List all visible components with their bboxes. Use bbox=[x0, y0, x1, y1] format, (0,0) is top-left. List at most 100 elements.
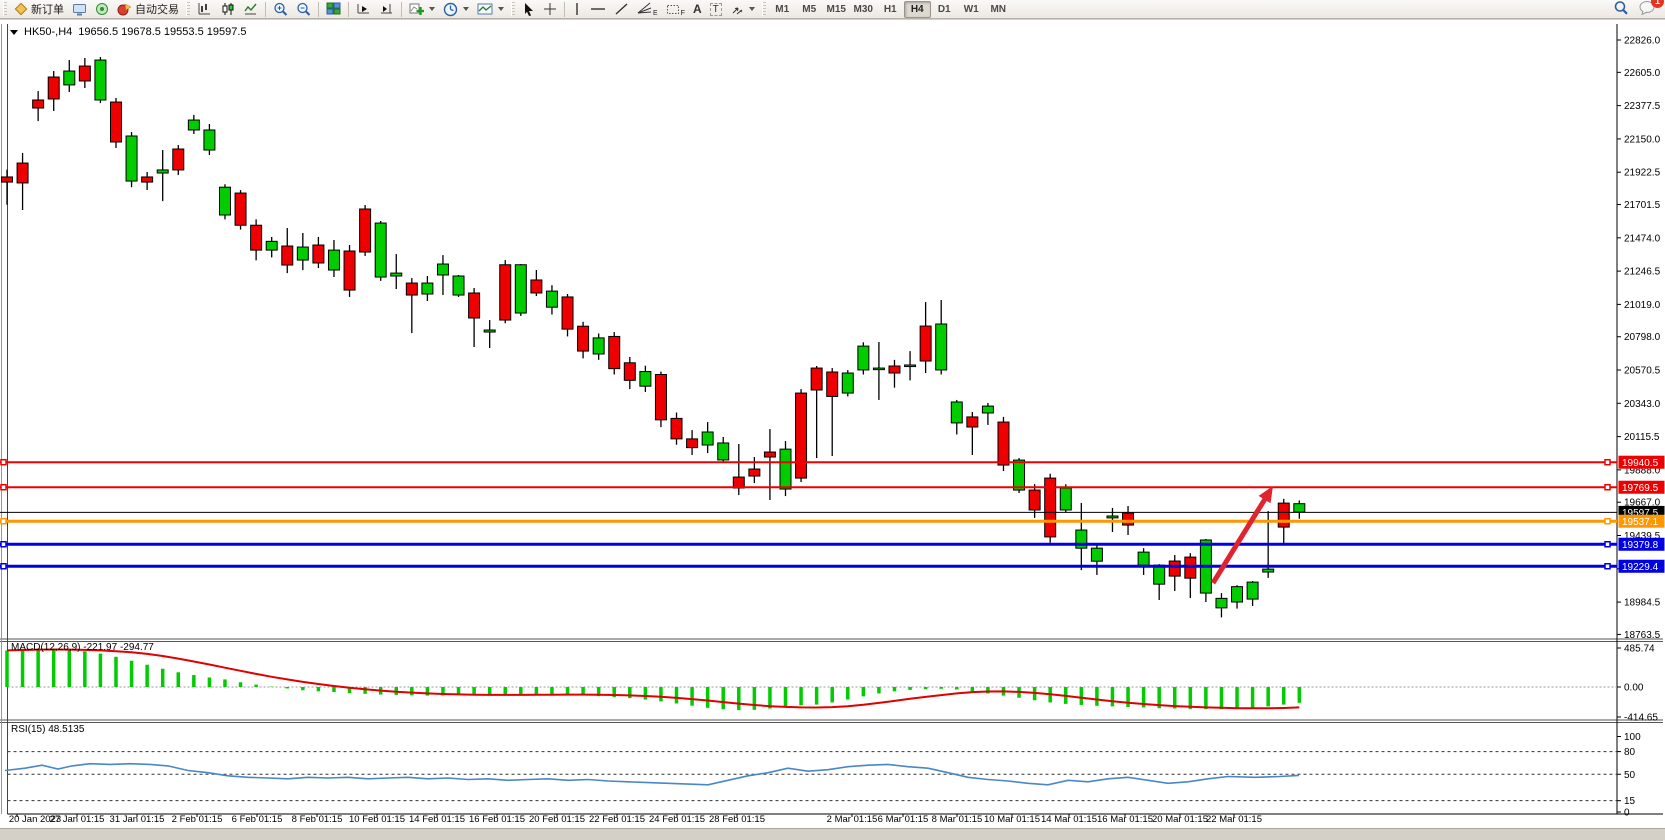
signal-icon bbox=[95, 2, 109, 16]
price-label-chip: 19537.1 bbox=[1619, 515, 1665, 528]
indicators-icon bbox=[409, 2, 424, 16]
svg-text:6 Mar 01:15: 6 Mar 01:15 bbox=[878, 814, 929, 825]
candlestick-button[interactable] bbox=[216, 1, 239, 18]
timeframe-d1[interactable]: D1 bbox=[931, 1, 958, 18]
svg-text:31 Jan 01:15: 31 Jan 01:15 bbox=[110, 814, 165, 825]
svg-text:21922.5: 21922.5 bbox=[1624, 168, 1661, 179]
arrows-icon bbox=[730, 2, 744, 16]
rsi-indicator-label: RSI(15) 48.5135 bbox=[11, 724, 84, 735]
timeframe-m15[interactable]: M15 bbox=[823, 1, 850, 18]
svg-text:18763.5: 18763.5 bbox=[1624, 630, 1661, 641]
timeframe-h1[interactable]: H1 bbox=[877, 1, 904, 18]
svg-text:18984.5: 18984.5 bbox=[1624, 598, 1661, 609]
channel-button[interactable]: F bbox=[662, 1, 689, 18]
text-label-icon: T bbox=[710, 3, 722, 16]
bar-chart-icon bbox=[197, 2, 212, 16]
vertical-line-icon bbox=[572, 2, 582, 16]
svg-text:6 Feb 01:15: 6 Feb 01:15 bbox=[232, 814, 283, 825]
chart-window[interactable]: 22826.022605.022377.522150.021922.521701… bbox=[0, 20, 1665, 828]
search-icon[interactable] bbox=[1613, 0, 1629, 19]
bar-chart-button[interactable] bbox=[193, 1, 216, 18]
svg-text:100: 100 bbox=[1624, 732, 1641, 743]
svg-text:14 Feb 01:15: 14 Feb 01:15 bbox=[409, 814, 465, 825]
svg-text:50: 50 bbox=[1624, 770, 1636, 781]
line-chart-button[interactable] bbox=[239, 1, 262, 18]
zoom-out-icon bbox=[296, 2, 311, 17]
period-button[interactable] bbox=[439, 1, 473, 18]
price-label-chip: 19379.8 bbox=[1619, 538, 1665, 551]
svg-text:19769.5: 19769.5 bbox=[1622, 483, 1659, 494]
toolbar-grip[interactable] bbox=[762, 2, 766, 16]
svg-text:485.74: 485.74 bbox=[1624, 644, 1655, 655]
svg-text:2 Mar 01:15: 2 Mar 01:15 bbox=[827, 814, 878, 825]
channel-glyph: F bbox=[681, 10, 685, 17]
fibonacci-button[interactable]: E bbox=[633, 1, 662, 18]
candlestick-icon bbox=[220, 2, 235, 16]
svg-text:20 Mar 01:15: 20 Mar 01:15 bbox=[1152, 814, 1208, 825]
zoom-in-button[interactable] bbox=[269, 1, 292, 18]
new-order-button[interactable]: 新订单 bbox=[10, 1, 68, 18]
period-caret-icon bbox=[463, 7, 469, 11]
svg-text:80: 80 bbox=[1624, 747, 1636, 758]
toolbar-grip[interactable] bbox=[3, 2, 7, 16]
chart-ohlc-values: 19656.5 19678.5 19553.5 19597.5 bbox=[78, 26, 246, 38]
new-order-label: 新订单 bbox=[31, 1, 64, 17]
price-label-chip: 19769.5 bbox=[1619, 481, 1665, 494]
tile-windows-button[interactable] bbox=[322, 1, 345, 18]
svg-text:20570.5: 20570.5 bbox=[1624, 366, 1661, 377]
auto-trading-label: 自动交易 bbox=[135, 1, 179, 17]
svg-text:0.00: 0.00 bbox=[1624, 683, 1644, 694]
cursor-button[interactable] bbox=[518, 1, 539, 18]
toolbar-grip[interactable] bbox=[186, 2, 190, 16]
text-label-button[interactable]: T bbox=[706, 1, 726, 18]
indicators-button[interactable] bbox=[405, 1, 439, 18]
cursor-icon bbox=[522, 2, 535, 16]
svg-text:21019.0: 21019.0 bbox=[1624, 300, 1661, 311]
trendline-icon bbox=[614, 2, 629, 16]
template-button[interactable] bbox=[473, 1, 508, 18]
svg-text:21701.5: 21701.5 bbox=[1624, 200, 1661, 211]
timeframe-mn[interactable]: MN bbox=[985, 1, 1012, 18]
terminal-button[interactable] bbox=[68, 1, 91, 18]
timeframe-m5[interactable]: M5 bbox=[796, 1, 823, 18]
auto-trading-button[interactable]: 自动交易 bbox=[113, 1, 183, 18]
horizontal-line-button[interactable] bbox=[586, 1, 610, 18]
svg-text:22 Feb 01:15: 22 Feb 01:15 bbox=[589, 814, 645, 825]
svg-text:10 Mar 01:15: 10 Mar 01:15 bbox=[984, 814, 1040, 825]
svg-text:2 Feb 01:15: 2 Feb 01:15 bbox=[172, 814, 223, 825]
svg-text:10 Feb 01:15: 10 Feb 01:15 bbox=[349, 814, 405, 825]
chart-dropdown-icon[interactable] bbox=[10, 30, 18, 35]
text-button[interactable]: A bbox=[689, 1, 706, 18]
chart-canvas[interactable]: 22826.022605.022377.522150.021922.521701… bbox=[0, 20, 1665, 828]
template-icon bbox=[477, 2, 493, 16]
tile-windows-icon bbox=[326, 2, 341, 16]
timeframe-m30[interactable]: M30 bbox=[850, 1, 877, 18]
arrows-button[interactable] bbox=[726, 1, 759, 18]
svg-text:27 Jan 01:15: 27 Jan 01:15 bbox=[50, 814, 105, 825]
crosshair-button[interactable] bbox=[539, 1, 561, 18]
timeframe-h4[interactable]: H4 bbox=[904, 1, 931, 18]
svg-text:20115.5: 20115.5 bbox=[1624, 432, 1660, 443]
svg-text:16 Mar 01:15: 16 Mar 01:15 bbox=[1097, 814, 1153, 825]
new-order-icon bbox=[14, 2, 28, 16]
svg-text:24 Feb 01:15: 24 Feb 01:15 bbox=[649, 814, 705, 825]
timeframe-m1[interactable]: M1 bbox=[769, 1, 796, 18]
timeframe-buttons: M1M5M15M30H1H4D1W1MN bbox=[769, 0, 1012, 19]
auto-scroll-button[interactable] bbox=[352, 1, 375, 18]
auto-trading-icon bbox=[117, 2, 132, 16]
text-icon: A bbox=[693, 2, 702, 16]
svg-text:19379.8: 19379.8 bbox=[1622, 540, 1659, 551]
toolbar-grip[interactable] bbox=[511, 2, 515, 16]
chart-title: HK50-,H4 19656.5 19678.5 19553.5 19597.5 bbox=[10, 26, 247, 38]
arrows-caret-icon bbox=[749, 7, 755, 11]
trendline-button[interactable] bbox=[610, 1, 633, 18]
zoom-out-button[interactable] bbox=[292, 1, 315, 18]
svg-text:-414.65: -414.65 bbox=[1624, 713, 1658, 724]
notifications-button[interactable]: 1 bbox=[1639, 0, 1657, 18]
vertical-line-button[interactable] bbox=[568, 1, 586, 18]
svg-text:14 Mar 01:15: 14 Mar 01:15 bbox=[1041, 814, 1097, 825]
timeframe-w1[interactable]: W1 bbox=[958, 1, 985, 18]
signal-button[interactable] bbox=[91, 1, 113, 18]
svg-text:20798.0: 20798.0 bbox=[1624, 332, 1661, 343]
chart-shift-button[interactable] bbox=[375, 1, 398, 18]
